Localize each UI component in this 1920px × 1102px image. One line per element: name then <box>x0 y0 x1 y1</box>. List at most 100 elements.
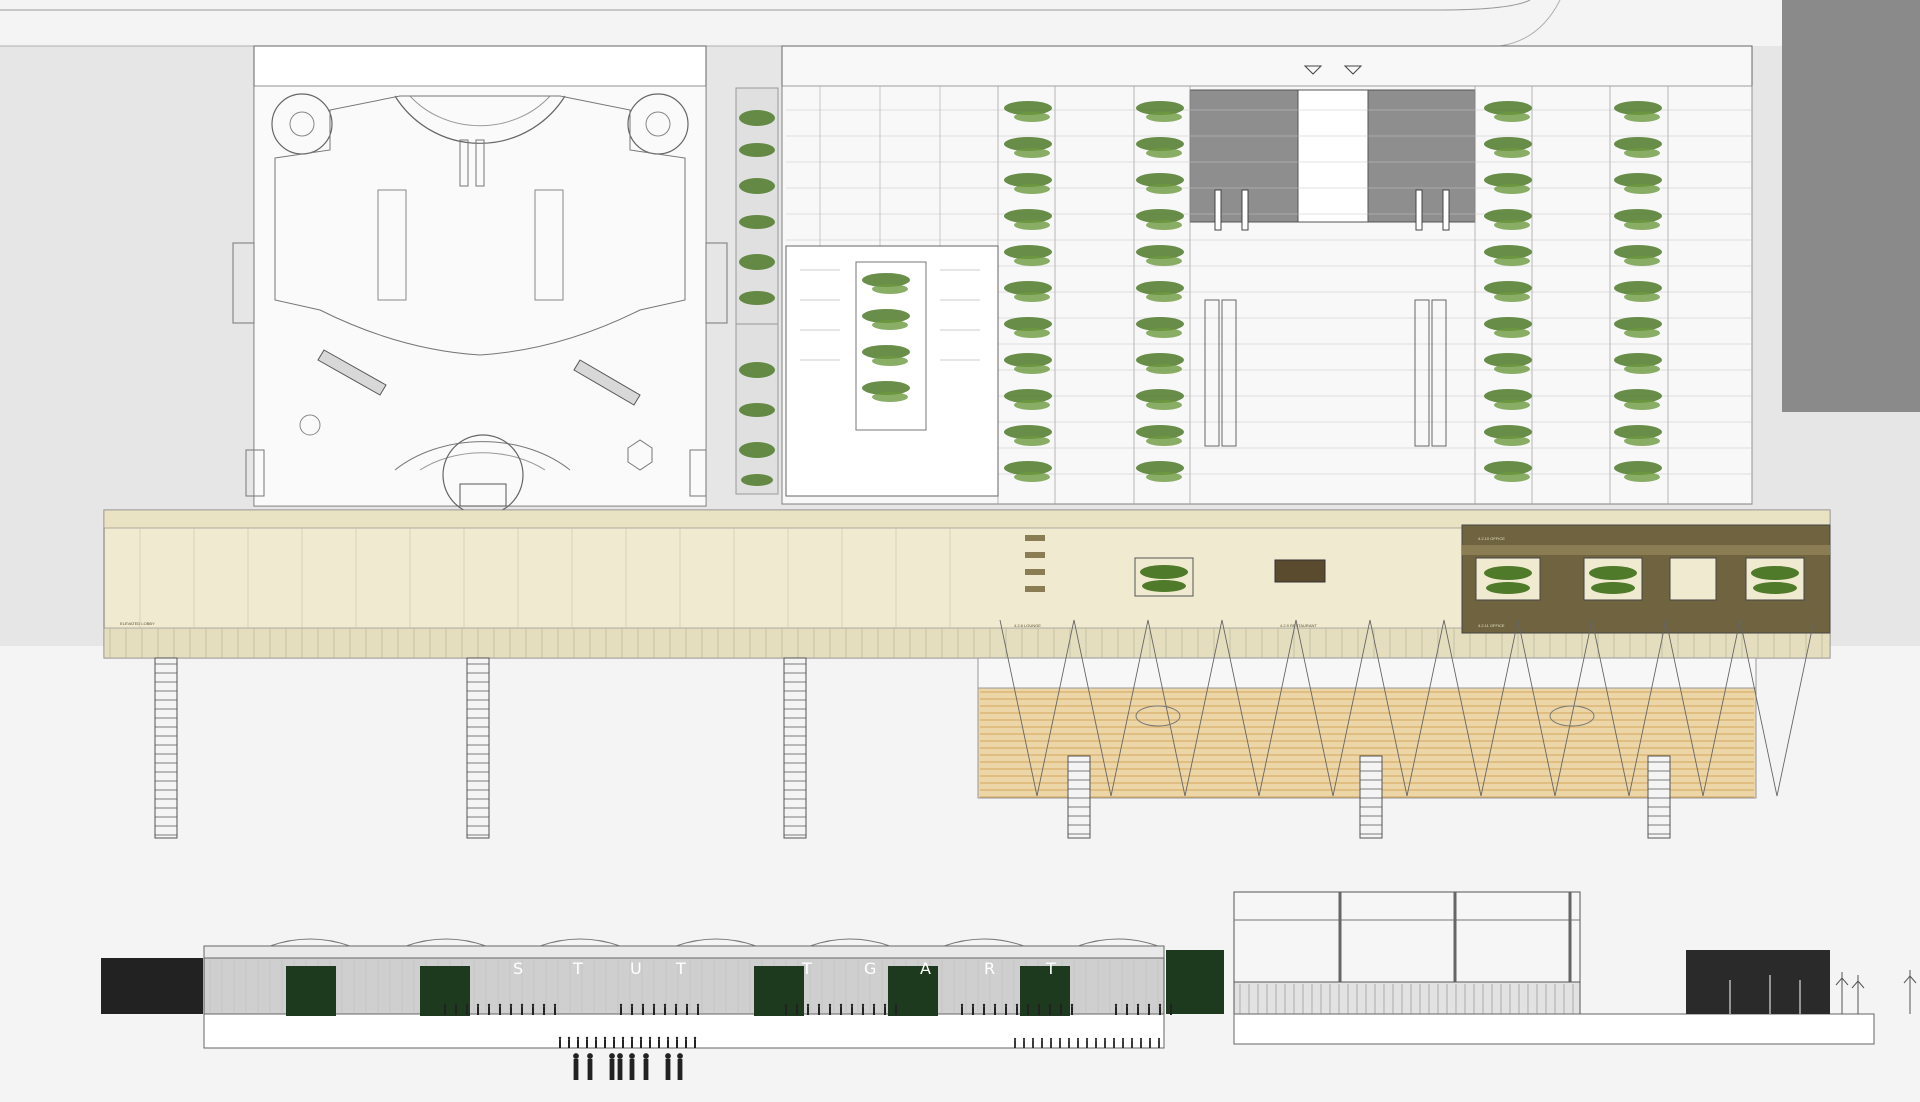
person-head <box>648 1036 652 1040</box>
tree-foliage <box>1624 472 1660 482</box>
tree-foliage <box>1146 400 1182 410</box>
person-head <box>684 1036 688 1040</box>
tree-foliage <box>1494 436 1530 446</box>
person-head <box>553 1003 557 1007</box>
person-head <box>641 1003 645 1007</box>
person-head <box>1125 1003 1129 1007</box>
person-body <box>1032 1040 1034 1048</box>
person-body <box>1068 1040 1070 1048</box>
pylon-body <box>154 657 178 839</box>
person-head <box>685 1003 689 1007</box>
person-head <box>1058 1037 1062 1041</box>
person-body <box>1086 1040 1088 1048</box>
person-head <box>1049 1037 1053 1041</box>
person-body <box>640 1039 642 1048</box>
person-head <box>621 1036 625 1040</box>
person-head <box>1085 1037 1089 1041</box>
tower-upper <box>1233 891 1581 983</box>
person-body <box>1148 1006 1150 1015</box>
tree-foliage <box>1014 436 1050 446</box>
person-body <box>1149 1040 1151 1048</box>
person-head <box>643 1053 649 1059</box>
person-body <box>961 1006 963 1015</box>
tree-foliage <box>1494 220 1530 230</box>
person-head <box>1040 1037 1044 1041</box>
station-letter: A <box>920 959 933 978</box>
person-body <box>477 1006 479 1015</box>
person-body <box>559 1039 561 1048</box>
person-body <box>796 1006 798 1015</box>
person-body <box>617 1058 623 1080</box>
person-head <box>585 1036 589 1040</box>
label-restaurant: 4.2.9 RESTAURANT <box>1280 623 1317 628</box>
person-body <box>1126 1006 1128 1015</box>
tree-foliage <box>1624 256 1660 266</box>
tree-foliage <box>1014 328 1050 338</box>
person-body <box>829 1006 831 1015</box>
tree-foliage <box>1146 472 1182 482</box>
person-head <box>1015 1003 1019 1007</box>
person-head <box>1004 1003 1008 1007</box>
person-head <box>960 1003 964 1007</box>
person-body <box>631 1006 633 1015</box>
person-body <box>643 1058 649 1080</box>
elevated-concourse: ELEVATED LOBBY 4.2.8 LOUNGE 4.2.9 RESTAU… <box>103 509 1831 659</box>
person-body <box>851 1006 853 1015</box>
person-body <box>873 1006 875 1015</box>
person-head <box>1037 1003 1041 1007</box>
station-letter: U <box>630 959 644 978</box>
person-head <box>675 1036 679 1040</box>
person-head <box>652 1003 656 1007</box>
person-head <box>639 1036 643 1040</box>
pylon-body <box>1359 755 1383 839</box>
tree-foliage <box>1014 112 1050 122</box>
station-letter: T <box>675 959 688 978</box>
tree-foliage <box>1014 472 1050 482</box>
restaurant-bar <box>1274 559 1326 583</box>
tree-foliage <box>1494 364 1530 374</box>
person-body <box>1140 1040 1142 1048</box>
person-head <box>576 1036 580 1040</box>
pylon-body <box>1647 755 1671 839</box>
person-body <box>521 1006 523 1015</box>
person-body <box>667 1039 669 1048</box>
tree-foliage <box>1146 112 1182 122</box>
tree-foliage <box>1014 220 1050 230</box>
person-body <box>676 1039 678 1048</box>
person-body <box>884 1006 886 1015</box>
person-head <box>784 1003 788 1007</box>
person-head <box>1147 1003 1151 1007</box>
tree-foliage <box>1624 148 1660 158</box>
person-head <box>795 1003 799 1007</box>
person-head <box>1130 1037 1134 1041</box>
label-lounge: 4.2.8 LOUNGE <box>1014 623 1041 628</box>
person-body <box>1159 1006 1161 1015</box>
person-head <box>1139 1037 1143 1041</box>
person-body <box>510 1006 512 1015</box>
tree-foliage <box>1146 148 1182 158</box>
person-head <box>657 1036 661 1040</box>
person-head <box>443 1003 447 1007</box>
person-head <box>674 1003 678 1007</box>
person-head <box>630 1003 634 1007</box>
person-body <box>675 1006 677 1015</box>
person-body <box>807 1006 809 1015</box>
person-body <box>631 1039 633 1048</box>
person-head <box>1158 1003 1162 1007</box>
person-head <box>1048 1003 1052 1007</box>
person-body <box>532 1006 534 1015</box>
person-head <box>558 1036 562 1040</box>
person-head <box>1022 1037 1026 1041</box>
person-head <box>666 1036 670 1040</box>
person-body <box>642 1006 644 1015</box>
person-body <box>455 1006 457 1015</box>
tree-foliage <box>1014 292 1050 302</box>
person-body <box>595 1039 597 1048</box>
person-head <box>1157 1037 1161 1041</box>
pylon-body <box>466 657 490 839</box>
green-panel <box>286 966 336 1016</box>
person-head <box>1067 1037 1071 1041</box>
person-head <box>476 1003 480 1007</box>
tree-foliage <box>1146 364 1182 374</box>
person-head <box>693 1036 697 1040</box>
